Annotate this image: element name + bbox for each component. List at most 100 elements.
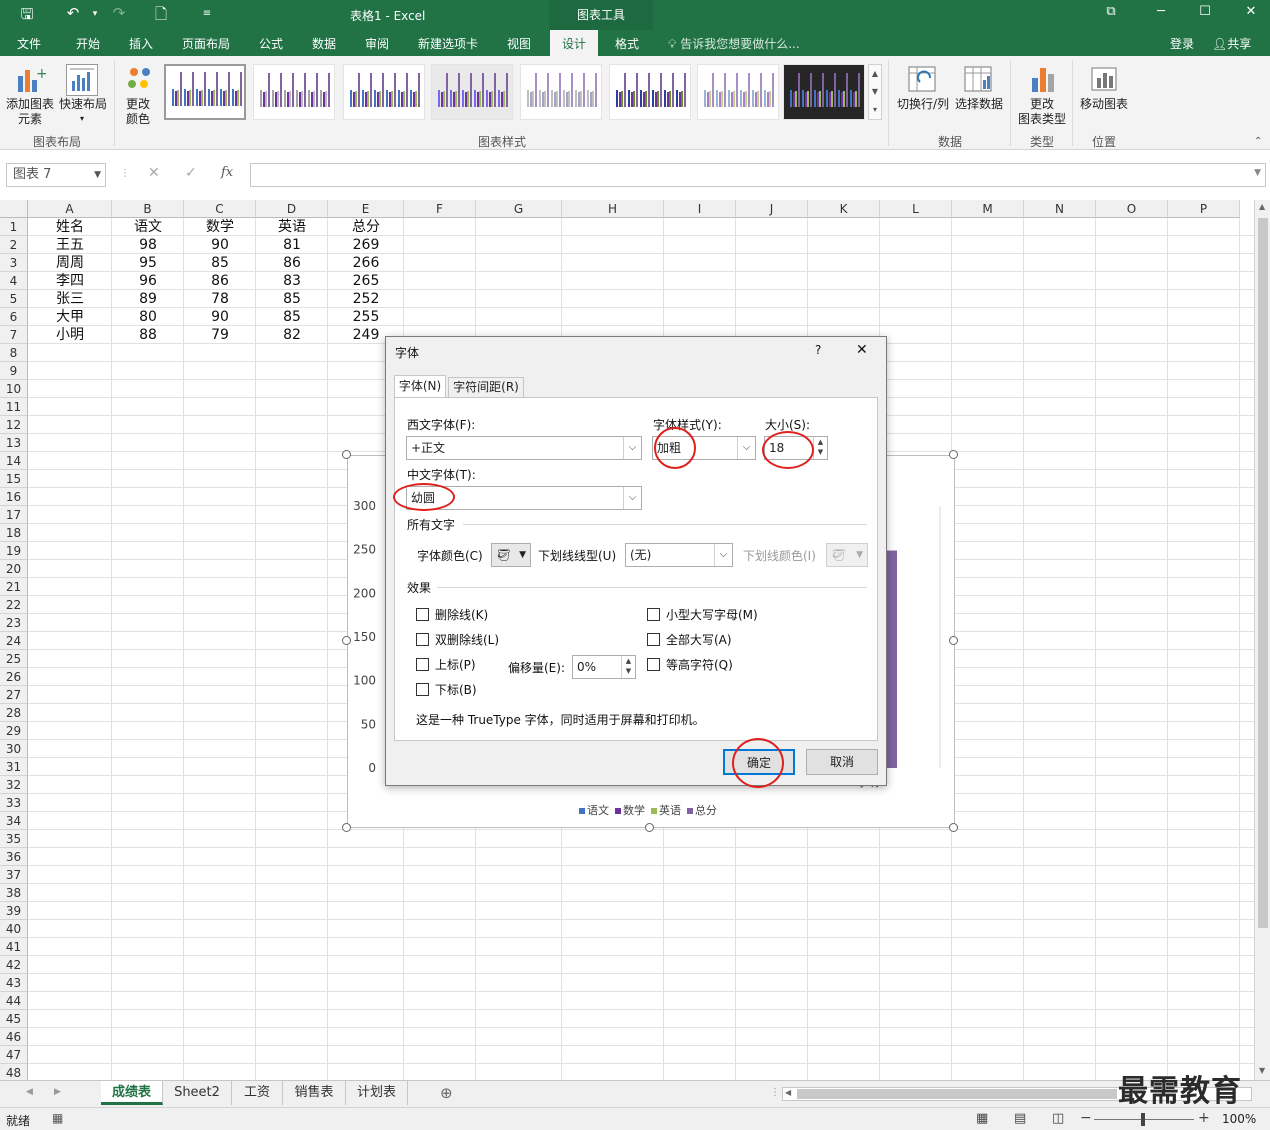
table-cell[interactable]: 86: [184, 272, 256, 290]
column-header[interactable]: H: [562, 200, 664, 218]
western-font-select[interactable]: +正文 ⌵: [406, 436, 642, 460]
row-header[interactable]: 31: [0, 758, 28, 776]
select-data-button[interactable]: 选择数据: [953, 97, 1005, 112]
resize-handle[interactable]: [342, 450, 351, 459]
row-header[interactable]: 4: [0, 272, 28, 290]
expand-formula-icon[interactable]: ▼: [1254, 168, 1261, 178]
table-cell[interactable]: 96: [112, 272, 184, 290]
strikethrough-checkbox[interactable]: [416, 608, 429, 621]
vertical-scroll-thumb[interactable]: [1258, 218, 1268, 928]
column-header[interactable]: F: [404, 200, 476, 218]
formula-input[interactable]: ▼: [250, 163, 1266, 187]
switch-row-column-button[interactable]: 切换行/列: [893, 97, 953, 112]
row-header[interactable]: 5: [0, 290, 28, 308]
change-chart-type-icon[interactable]: [1026, 64, 1058, 96]
insert-function-icon[interactable]: fx: [221, 165, 233, 180]
size-spinner[interactable]: ▲ ▼: [813, 437, 827, 459]
table-cell[interactable]: 大甲: [28, 308, 112, 326]
column-header[interactable]: G: [476, 200, 562, 218]
table-cell[interactable]: 79: [184, 326, 256, 344]
table-cell[interactable]: 李四: [28, 272, 112, 290]
row-header[interactable]: 40: [0, 920, 28, 938]
table-cell[interactable]: 王五: [28, 236, 112, 254]
chevron-down-icon[interactable]: ⌵: [623, 487, 641, 509]
customize-qat-icon[interactable]: ≡: [196, 8, 218, 19]
cancel-button[interactable]: 取消: [806, 749, 878, 775]
share-button[interactable]: 👤︎共享: [1212, 35, 1251, 52]
maximize-icon[interactable]: ☐: [1190, 4, 1220, 19]
macro-record-icon[interactable]: ▦: [52, 1111, 63, 1125]
table-cell[interactable]: 81: [256, 236, 328, 254]
offset-spinner[interactable]: ▲ ▼: [621, 656, 635, 678]
chevron-down-icon[interactable]: ⌵: [623, 437, 641, 459]
column-header[interactable]: P: [1168, 200, 1240, 218]
vertical-scrollbar[interactable]: ▲ ▼: [1254, 200, 1270, 1080]
table-cell[interactable]: 252: [328, 290, 404, 308]
name-box[interactable]: 图表 7 ▼: [6, 163, 106, 187]
offset-input[interactable]: 0% ▲ ▼: [572, 655, 636, 679]
table-cell[interactable]: 80: [112, 308, 184, 326]
column-header[interactable]: N: [1024, 200, 1096, 218]
table-cell[interactable]: 86: [256, 254, 328, 272]
new-file-icon[interactable]: 🗋: [150, 4, 172, 29]
resize-handle[interactable]: [645, 823, 654, 832]
login-link[interactable]: 登录: [1170, 35, 1194, 52]
row-header[interactable]: 7: [0, 326, 28, 344]
undo-dropdown-icon[interactable]: ▾: [84, 9, 106, 19]
table-cell[interactable]: 255: [328, 308, 404, 326]
table-cell[interactable]: 82: [256, 326, 328, 344]
column-header[interactable]: J: [736, 200, 808, 218]
table-cell[interactable]: 语文: [112, 218, 184, 236]
chart-style-thumbnail[interactable]: [164, 64, 246, 120]
add-chart-element-icon[interactable]: +: [14, 64, 48, 96]
tab-insert[interactable]: 插入: [129, 35, 153, 52]
tab-file[interactable]: 文件: [17, 35, 41, 52]
column-header[interactable]: I: [664, 200, 736, 218]
save-icon[interactable]: 🖫: [16, 4, 38, 29]
column-header[interactable]: K: [808, 200, 880, 218]
table-cell[interactable]: 姓名: [28, 218, 112, 236]
zoom-slider-thumb[interactable]: [1141, 1113, 1145, 1126]
row-header[interactable]: 6: [0, 308, 28, 326]
gallery-scroll[interactable]: ▲ ▼ ▾: [868, 64, 882, 120]
zoom-out-icon[interactable]: −: [1080, 1110, 1092, 1126]
table-cell[interactable]: 85: [256, 308, 328, 326]
undo-icon[interactable]: ↶: [62, 4, 84, 22]
row-header[interactable]: 14: [0, 452, 28, 470]
row-header[interactable]: 44: [0, 992, 28, 1010]
row-header[interactable]: 33: [0, 794, 28, 812]
change-chart-type-button[interactable]: 更改 图表类型: [1014, 97, 1070, 127]
tab-character-spacing[interactable]: 字符间距(R): [448, 377, 524, 397]
table-cell[interactable]: 85: [184, 254, 256, 272]
table-cell[interactable]: 89: [112, 290, 184, 308]
equal-height-checkbox[interactable]: [647, 658, 660, 671]
row-header[interactable]: 18: [0, 524, 28, 542]
add-sheet-icon[interactable]: ⊕: [440, 1084, 453, 1102]
row-header[interactable]: 37: [0, 866, 28, 884]
column-header[interactable]: D: [256, 200, 328, 218]
sheet-tab-active[interactable]: 成绩表: [101, 1081, 163, 1105]
column-header[interactable]: M: [952, 200, 1024, 218]
row-header[interactable]: 20: [0, 560, 28, 578]
row-header[interactable]: 25: [0, 650, 28, 668]
select-data-icon[interactable]: [962, 64, 994, 96]
ribbon-display-icon[interactable]: ⧉: [1096, 4, 1126, 19]
resize-handle[interactable]: [342, 823, 351, 832]
column-header[interactable]: A: [28, 200, 112, 218]
column-header[interactable]: L: [880, 200, 952, 218]
chevron-down-icon[interactable]: ▼: [519, 544, 526, 566]
table-cell[interactable]: 张三: [28, 290, 112, 308]
resize-handle[interactable]: [949, 450, 958, 459]
quick-layout-dropdown-icon[interactable]: ▾: [80, 114, 84, 123]
tab-page-layout[interactable]: 页面布局: [182, 35, 230, 52]
chart-style-thumbnail[interactable]: [343, 64, 425, 120]
move-chart-icon[interactable]: [1088, 64, 1120, 96]
row-header[interactable]: 35: [0, 830, 28, 848]
superscript-checkbox[interactable]: [416, 658, 429, 671]
row-header[interactable]: 22: [0, 596, 28, 614]
font-color-picker[interactable]: 🪣︎ ▼: [491, 543, 531, 567]
row-header[interactable]: 23: [0, 614, 28, 632]
row-header[interactable]: 17: [0, 506, 28, 524]
help-button[interactable]: ?: [815, 343, 821, 357]
table-cell[interactable]: 266: [328, 254, 404, 272]
